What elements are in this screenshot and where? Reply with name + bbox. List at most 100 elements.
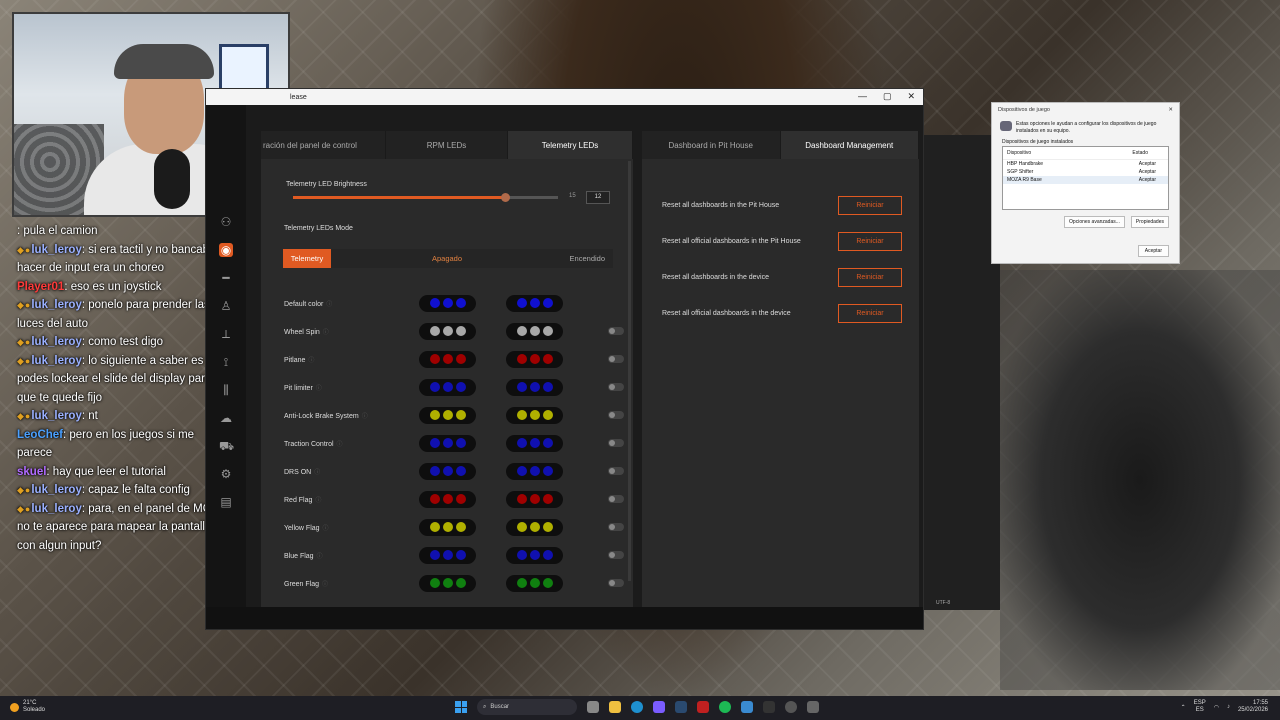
game-app-icon[interactable]	[697, 701, 709, 713]
tab-dashboard-pit-house[interactable]: Dashboard in Pit House	[642, 131, 781, 159]
start-icon[interactable]	[455, 701, 467, 713]
tab-rpm-leds[interactable]: RPM LEDs	[386, 131, 508, 159]
brightness-slider[interactable]	[293, 193, 558, 202]
advanced-options-button[interactable]: Opciones avanzadas...	[1064, 216, 1125, 228]
led-dot[interactable]	[442, 494, 453, 504]
led-dot[interactable]	[429, 522, 440, 532]
info-icon[interactable]: ⓘ	[323, 330, 329, 336]
wifi-icon[interactable]: ◠	[1214, 704, 1219, 711]
led-dot[interactable]	[442, 466, 453, 476]
other-app-icon[interactable]	[807, 701, 819, 713]
led-dot[interactable]	[455, 298, 466, 308]
led-dot[interactable]	[516, 326, 527, 336]
chevron-up-icon[interactable]: ⌃	[1181, 704, 1186, 711]
led-dot[interactable]	[542, 326, 553, 336]
led-dot[interactable]	[429, 438, 440, 448]
led-dot[interactable]	[542, 522, 553, 532]
info-icon[interactable]: ⓘ	[314, 470, 320, 476]
device-row[interactable]: SGP Shifter Aceptar	[1003, 168, 1168, 176]
led-dot[interactable]	[516, 494, 527, 504]
spotify-icon[interactable]	[719, 701, 731, 713]
chat-username[interactable]: luk_leroy	[31, 355, 82, 367]
info-icon[interactable]: ⓘ	[315, 498, 321, 504]
info-icon[interactable]: ⓘ	[317, 554, 323, 560]
properties-button[interactable]: Propiedades	[1130, 216, 1169, 228]
dashboard-icon[interactable]: ◉	[219, 243, 233, 257]
maximize-button[interactable]: ▢	[883, 91, 892, 102]
led-dot[interactable]	[542, 438, 553, 448]
led-dot[interactable]	[529, 550, 540, 560]
led-dot[interactable]	[542, 382, 553, 392]
moza-icon[interactable]	[763, 701, 775, 713]
led-dot[interactable]	[429, 298, 440, 308]
led-group[interactable]	[506, 378, 563, 396]
led-dot[interactable]	[516, 298, 527, 308]
led-dot[interactable]	[455, 466, 466, 476]
led-group[interactable]	[506, 574, 563, 592]
led-dot[interactable]	[429, 354, 440, 364]
weather-widget[interactable]: 21°C Soleado	[10, 700, 45, 714]
slider-thumb[interactable]	[501, 193, 510, 202]
led-dot[interactable]	[442, 326, 453, 336]
led-dot[interactable]	[429, 410, 440, 420]
gear-icon[interactable]: ⚙	[219, 467, 233, 481]
led-dot[interactable]	[455, 550, 466, 560]
led-group[interactable]	[419, 518, 476, 536]
led-group[interactable]	[506, 294, 563, 312]
led-group[interactable]	[419, 490, 476, 508]
info-icon[interactable]: ⓘ	[322, 582, 328, 588]
cloud-icon[interactable]: ☁	[219, 411, 233, 425]
chat-username[interactable]: luk_leroy	[31, 410, 82, 422]
chat-username[interactable]: luk_leroy	[31, 244, 82, 256]
led-dot[interactable]	[442, 354, 453, 364]
device-row[interactable]: HBP Handbrake Aceptar	[1003, 160, 1168, 168]
volume-icon[interactable]: ♪	[1227, 704, 1230, 710]
led-dot[interactable]	[529, 410, 540, 420]
led-dot[interactable]	[429, 494, 440, 504]
led-group[interactable]	[506, 350, 563, 368]
led-group[interactable]	[506, 518, 563, 536]
users-icon[interactable]: ⚇	[219, 215, 233, 229]
led-group[interactable]	[419, 378, 476, 396]
led-dot[interactable]	[529, 438, 540, 448]
device-row[interactable]: MOZA R9 Base Aceptar	[1003, 176, 1168, 184]
library-icon[interactable]: ⫼	[219, 383, 233, 397]
led-toggle[interactable]	[608, 439, 624, 447]
led-group[interactable]	[506, 490, 563, 508]
led-group[interactable]	[506, 322, 563, 340]
led-dot[interactable]	[455, 438, 466, 448]
info-icon[interactable]: ⓘ	[337, 442, 343, 448]
info-icon[interactable]: ⓘ	[326, 302, 332, 308]
led-group[interactable]	[419, 322, 476, 340]
led-dot[interactable]	[442, 438, 453, 448]
led-toggle[interactable]	[608, 383, 624, 391]
led-group[interactable]	[506, 462, 563, 480]
chat-username[interactable]: luk_leroy	[31, 503, 82, 515]
led-group[interactable]	[419, 462, 476, 480]
led-dot[interactable]	[455, 326, 466, 336]
led-dot[interactable]	[529, 494, 540, 504]
led-dot[interactable]	[516, 578, 527, 588]
mode-telemetry-button[interactable]: Telemetry	[283, 249, 331, 268]
ok-button[interactable]: Aceptar	[1137, 245, 1169, 257]
info-icon[interactable]: ⓘ	[362, 414, 368, 420]
steam-icon[interactable]	[675, 701, 687, 713]
discord-icon[interactable]	[653, 701, 665, 713]
reset-button[interactable]: Reiniciar	[838, 267, 902, 287]
led-toggle[interactable]	[608, 411, 624, 419]
led-dot[interactable]	[429, 578, 440, 588]
mode-on-button[interactable]: Encendido	[570, 249, 605, 268]
led-toggle[interactable]	[608, 579, 624, 587]
led-dot[interactable]	[529, 578, 540, 588]
led-dot[interactable]	[529, 326, 540, 336]
led-dot[interactable]	[542, 550, 553, 560]
led-dot[interactable]	[542, 354, 553, 364]
led-dot[interactable]	[429, 466, 440, 476]
led-group[interactable]	[506, 434, 563, 452]
minimize-button[interactable]: —	[858, 91, 867, 102]
tab-control-panel-config[interactable]: ración del panel de control	[261, 131, 386, 159]
chat-username[interactable]: LeoChef	[17, 429, 63, 441]
led-dot[interactable]	[429, 326, 440, 336]
led-group[interactable]	[419, 350, 476, 368]
scrollbar[interactable]	[628, 161, 631, 581]
